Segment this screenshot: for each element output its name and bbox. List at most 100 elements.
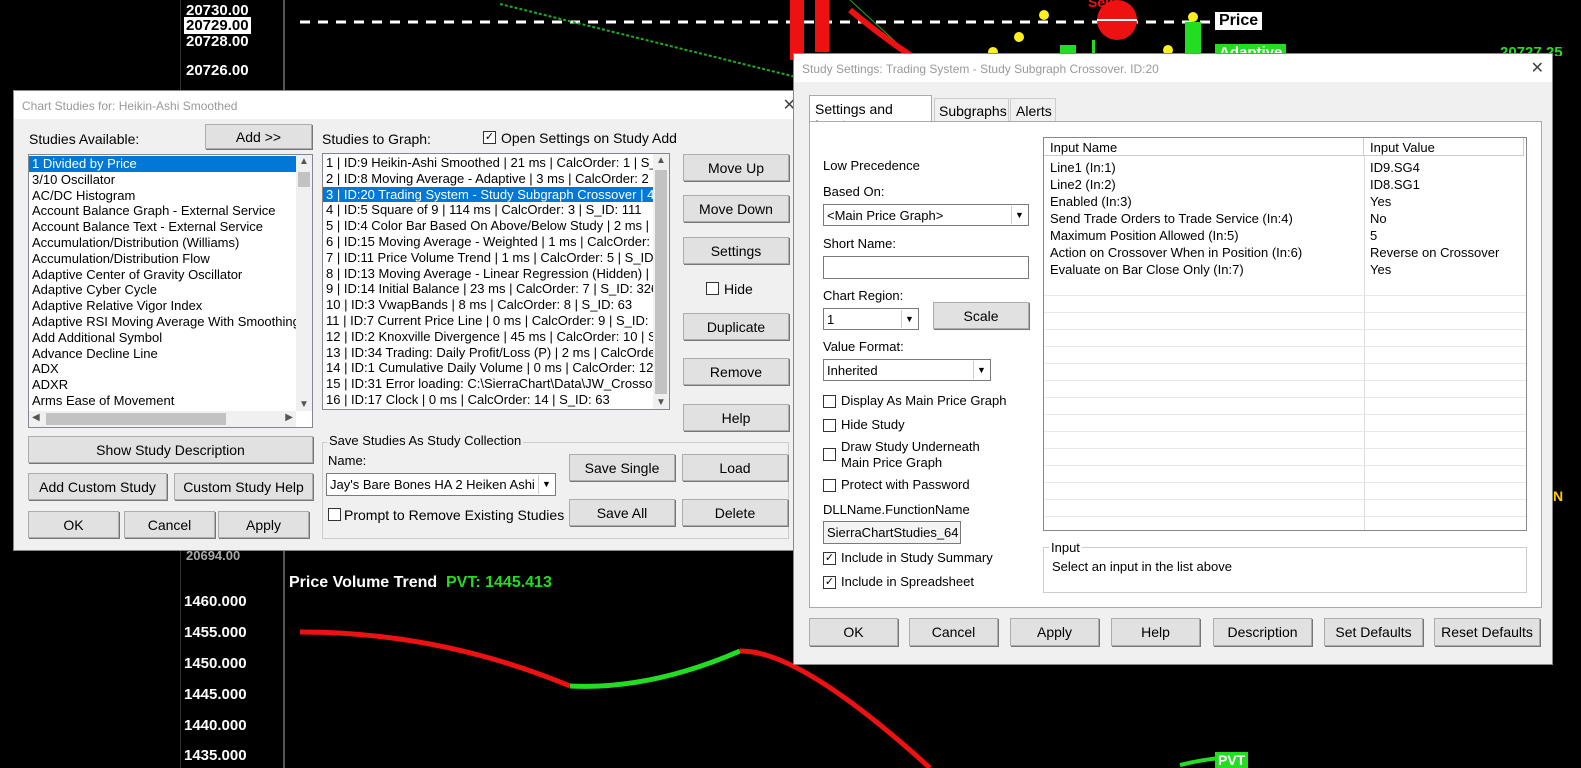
- input-value-cell[interactable]: Yes: [1364, 193, 1397, 210]
- scale-button[interactable]: Scale: [933, 302, 1029, 329]
- list-item[interactable]: 3 | ID:20 Trading System - Study Subgrap…: [323, 186, 669, 203]
- custom-study-help-button[interactable]: Custom Study Help: [174, 473, 313, 500]
- chart-studies-window[interactable]: Chart Studies for: Heikin-Ashi Smoothed …: [13, 90, 801, 551]
- list-item[interactable]: Adaptive Relative Vigor Index: [29, 298, 312, 314]
- list-item[interactable]: ADXR: [29, 377, 312, 393]
- scroll-up-icon[interactable]: ▲: [656, 155, 666, 166]
- chevron-down-icon[interactable]: ▼: [538, 475, 554, 494]
- table-row[interactable]: Action on Crossover When in Position (In…: [1044, 244, 1526, 261]
- save-all-button[interactable]: Save All: [569, 499, 675, 526]
- description-button[interactable]: Description: [1213, 618, 1312, 646]
- short-name-input[interactable]: [823, 256, 1029, 279]
- reset-defaults-button[interactable]: Reset Defaults: [1434, 618, 1540, 646]
- scroll-thumb[interactable]: [655, 170, 667, 394]
- list-item[interactable]: Adaptive RSI Moving Average With Smoothi…: [29, 314, 312, 330]
- list-item[interactable]: 14 | ID:1 Cumulative Daily Volume | 0 ms…: [323, 360, 669, 376]
- table-row[interactable]: Line2 (In:2) ID8.SG1: [1044, 176, 1526, 193]
- scroll-up-icon[interactable]: ▲: [299, 156, 309, 167]
- value-format-select[interactable]: Inherited ▼: [823, 359, 991, 381]
- move-down-button[interactable]: Move Down: [683, 195, 789, 222]
- chevron-down-icon[interactable]: ▼: [901, 310, 917, 328]
- chevron-down-icon[interactable]: ▼: [1011, 206, 1027, 224]
- chart-region-select[interactable]: 1 ▼: [823, 308, 919, 330]
- list-item[interactable]: 7 | ID:11 Price Volume Trend | 1 ms | Ca…: [323, 250, 669, 266]
- settings-button[interactable]: Settings: [683, 237, 789, 264]
- apply-button[interactable]: Apply: [218, 511, 309, 538]
- list-item[interactable]: Accumulation/Distribution Flow: [29, 251, 312, 267]
- include-spreadsheet-checkbox[interactable]: ✓: [823, 576, 836, 589]
- input-value-cell[interactable]: Reverse on Crossover: [1364, 244, 1505, 261]
- tab-settings-and-inputs[interactable]: Settings and Inputs: [809, 95, 932, 133]
- chevron-down-icon[interactable]: ▼: [973, 361, 989, 379]
- input-value-cell[interactable]: 5: [1364, 227, 1383, 244]
- display-main-checkbox[interactable]: [823, 395, 836, 408]
- list-item[interactable]: 11 | ID:7 Current Price Line | 0 ms | Ca…: [323, 313, 669, 329]
- based-on-select[interactable]: <Main Price Graph> ▼: [823, 204, 1029, 226]
- study-settings-window[interactable]: Study Settings: Trading System - Study S…: [793, 53, 1553, 665]
- set-defaults-button[interactable]: Set Defaults: [1324, 618, 1423, 646]
- scroll-down-icon[interactable]: ▼: [656, 397, 666, 408]
- list-item[interactable]: 13 | ID:34 Trading: Daily Profit/Loss (P…: [323, 345, 669, 361]
- table-row[interactable]: Maximum Position Allowed (In:5) 5: [1044, 227, 1526, 244]
- hide-study-checkbox[interactable]: [823, 419, 836, 432]
- scroll-thumb[interactable]: [298, 172, 310, 187]
- list-item[interactable]: ADX: [29, 361, 312, 377]
- list-item[interactable]: 6 | ID:15 Moving Average - Weighted | 1 …: [323, 234, 669, 250]
- list-item[interactable]: Account Balance Graph - External Service: [29, 203, 312, 219]
- delete-button[interactable]: Delete: [682, 499, 788, 526]
- cancel-button[interactable]: Cancel: [909, 618, 998, 646]
- include-summary-checkbox[interactable]: ✓: [823, 552, 836, 565]
- move-up-button[interactable]: Move Up: [683, 154, 789, 181]
- vertical-scrollbar[interactable]: ▲ ▼: [653, 154, 669, 409]
- list-item[interactable]: 1 | ID:9 Heikin-Ashi Smoothed | 21 ms | …: [323, 155, 669, 171]
- scroll-down-icon[interactable]: ▼: [299, 399, 309, 410]
- table-row[interactable]: Line1 (In:1) ID9.SG4: [1044, 159, 1526, 176]
- list-item[interactable]: 16 | ID:17 Clock | 0 ms | CalcOrder: 14 …: [323, 392, 669, 408]
- vertical-scrollbar[interactable]: ▲ ▼: [296, 155, 312, 411]
- list-item[interactable]: 8 | ID:13 Moving Average - Linear Regres…: [323, 266, 669, 282]
- ok-button[interactable]: OK: [809, 618, 898, 646]
- cancel-button[interactable]: Cancel: [124, 511, 215, 538]
- list-item[interactable]: Arms Ease of Movement: [29, 393, 312, 409]
- scroll-left-icon[interactable]: ◀: [32, 412, 40, 423]
- scroll-right-icon[interactable]: ▶: [285, 412, 293, 423]
- ok-button[interactable]: OK: [28, 511, 119, 538]
- list-item[interactable]: 12 | ID:2 Knoxville Divergence | 45 ms |…: [323, 329, 669, 345]
- list-item[interactable]: AC/DC Histogram: [29, 188, 312, 204]
- input-value-cell[interactable]: Yes: [1364, 261, 1397, 278]
- tab-subgraphs[interactable]: Subgraphs: [934, 98, 1009, 122]
- list-item[interactable]: Adaptive Center of Gravity Oscillator: [29, 267, 312, 283]
- horizontal-scrollbar[interactable]: ◀ ▶: [29, 411, 296, 427]
- input-value-cell[interactable]: No: [1364, 210, 1393, 227]
- table-row[interactable]: Send Trade Orders to Trade Service (In:4…: [1044, 210, 1526, 227]
- list-item[interactable]: 15 | ID:31 Error loading: C:\SierraChart…: [323, 376, 669, 392]
- column-header-input-name[interactable]: Input Name: [1044, 138, 1364, 156]
- open-settings-checkbox[interactable]: ✓: [483, 131, 496, 144]
- apply-button[interactable]: Apply: [1010, 618, 1099, 646]
- help-button[interactable]: Help: [683, 404, 789, 431]
- list-item[interactable]: 9 | ID:14 Initial Balance | 23 ms | Calc…: [323, 281, 669, 297]
- list-item[interactable]: Adaptive Cyber Cycle: [29, 282, 312, 298]
- load-button[interactable]: Load: [682, 454, 788, 481]
- list-item[interactable]: Account Balance Text - External Service: [29, 219, 312, 235]
- list-item[interactable]: Add Additional Symbol: [29, 330, 312, 346]
- tab-alerts[interactable]: Alerts: [1010, 98, 1056, 122]
- list-item[interactable]: Accumulation/Distribution (Williams): [29, 235, 312, 251]
- studies-available-list[interactable]: 1 Divided by Price 3/10 Oscillator AC/DC…: [28, 154, 313, 428]
- dll-name-input[interactable]: SierraChartStudies_64: [823, 521, 961, 544]
- help-button[interactable]: Help: [1111, 618, 1200, 646]
- list-item[interactable]: 2 | ID:8 Moving Average - Adaptive | 3 m…: [323, 171, 669, 187]
- collection-name-select[interactable]: Jay's Bare Bones HA 2 Heiken Ashi ▼: [326, 473, 556, 496]
- list-item[interactable]: 4 | ID:5 Square of 9 | 114 ms | CalcOrde…: [323, 202, 669, 218]
- table-row[interactable]: Evaluate on Bar Close Only (In:7) Yes: [1044, 261, 1526, 278]
- list-item[interactable]: Advance Decline Line: [29, 346, 312, 362]
- protect-password-checkbox[interactable]: [823, 479, 836, 492]
- add-study-button[interactable]: Add >>: [205, 124, 312, 149]
- list-item[interactable]: 3/10 Oscillator: [29, 172, 312, 188]
- input-value-cell[interactable]: ID8.SG1: [1364, 176, 1426, 193]
- studies-to-graph-list[interactable]: 1 | ID:9 Heikin-Ashi Smoothed | 21 ms | …: [322, 153, 670, 410]
- close-icon[interactable]: ✕: [1531, 58, 1544, 78]
- list-item[interactable]: 5 | ID:4 Color Bar Based On Above/Below …: [323, 218, 669, 234]
- input-value-cell[interactable]: ID9.SG4: [1364, 159, 1426, 176]
- draw-underneath-checkbox[interactable]: [823, 448, 836, 461]
